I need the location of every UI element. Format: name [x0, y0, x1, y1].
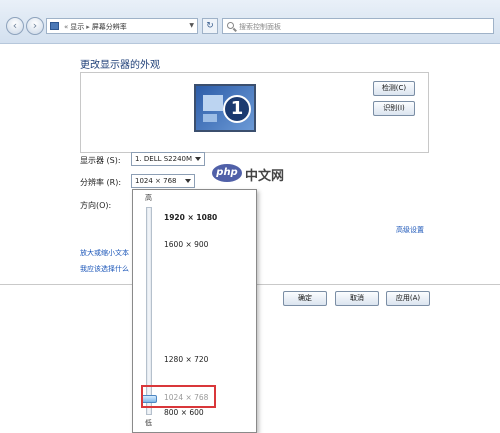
monitor-preview-area: 1 检测(C) 识别(I): [80, 72, 429, 153]
chevron-down-icon: [195, 157, 201, 161]
resolution-select-value: 1024 × 768: [135, 177, 177, 185]
resolution-option[interactable]: 1920 × 1080: [164, 213, 217, 222]
detect-button[interactable]: 检测(C): [373, 81, 415, 96]
breadcrumb: «显示 ▸ 屏幕分辨率: [64, 23, 127, 31]
screen-resolution-panel: 更改显示器的外观 1 检测(C) 识别(I) 显示器 (S): 1. DELL …: [0, 44, 500, 433]
identify-button[interactable]: 识别(I): [373, 101, 415, 116]
apply-button[interactable]: 应用(A): [386, 291, 430, 306]
resolution-slider-track[interactable]: [146, 207, 152, 415]
resolution-dropdown: 高 1920 × 1080 1600 × 900 1280 × 720 1024…: [132, 189, 257, 433]
ok-button[interactable]: 确定: [283, 291, 327, 306]
page-title: 更改显示器的外观: [80, 60, 160, 71]
forward-button[interactable]: ›: [26, 17, 44, 35]
advanced-settings-link[interactable]: 高级设置: [396, 225, 424, 235]
resolution-option[interactable]: 1280 × 720: [164, 355, 208, 364]
refresh-button[interactable]: ↻: [202, 18, 218, 34]
resolution-low-label: 低: [145, 419, 152, 427]
search-placeholder: 搜索控制面板: [239, 23, 281, 31]
refresh-icon: ↻: [206, 21, 214, 31]
monitor-icon[interactable]: 1: [194, 84, 256, 132]
chevron-down-icon: [185, 179, 191, 183]
watermark-text: 中文网: [245, 169, 285, 184]
text-size-link[interactable]: 放大或缩小文本: [80, 248, 129, 258]
resolution-label: 分辨率 (R):: [80, 178, 122, 187]
orientation-label: 方向(O):: [80, 201, 112, 210]
selected-highlight-box: [141, 385, 216, 408]
resolution-option[interactable]: 800 × 600: [164, 408, 204, 417]
address-bar[interactable]: «显示 ▸ 屏幕分辨率 ▼: [46, 18, 198, 34]
resolution-select[interactable]: 1024 × 768: [131, 174, 195, 188]
search-box[interactable]: 搜索控制面板: [222, 18, 494, 34]
breadcrumb-resolution[interactable]: 屏幕分辨率: [92, 23, 127, 31]
chevron-down-icon[interactable]: ▼: [189, 22, 194, 29]
resolution-option[interactable]: 1600 × 900: [164, 240, 208, 249]
watermark-logo: php 中文网: [212, 164, 290, 184]
breadcrumb-display[interactable]: 显示: [70, 23, 84, 31]
resolution-high-label: 高: [145, 194, 152, 202]
cancel-button[interactable]: 取消: [335, 291, 379, 306]
control-panel-icon: [50, 22, 59, 30]
display-label: 显示器 (S):: [80, 156, 121, 165]
display-select[interactable]: 1. DELL S2240M: [131, 152, 205, 166]
navigation-bar: ‹ › «显示 ▸ 屏幕分辨率 ▼ ↻ 搜索控制面板: [0, 0, 500, 44]
php-logo-icon: php: [212, 164, 242, 182]
monitor-number: 1: [223, 95, 251, 123]
arrow-left-icon: ‹: [12, 19, 18, 32]
arrow-right-icon: ›: [32, 19, 38, 32]
back-button[interactable]: ‹: [6, 17, 24, 35]
search-icon: [227, 22, 234, 29]
help-choose-link[interactable]: 我应该选择什么: [80, 264, 129, 274]
display-select-value: 1. DELL S2240M: [135, 155, 193, 163]
